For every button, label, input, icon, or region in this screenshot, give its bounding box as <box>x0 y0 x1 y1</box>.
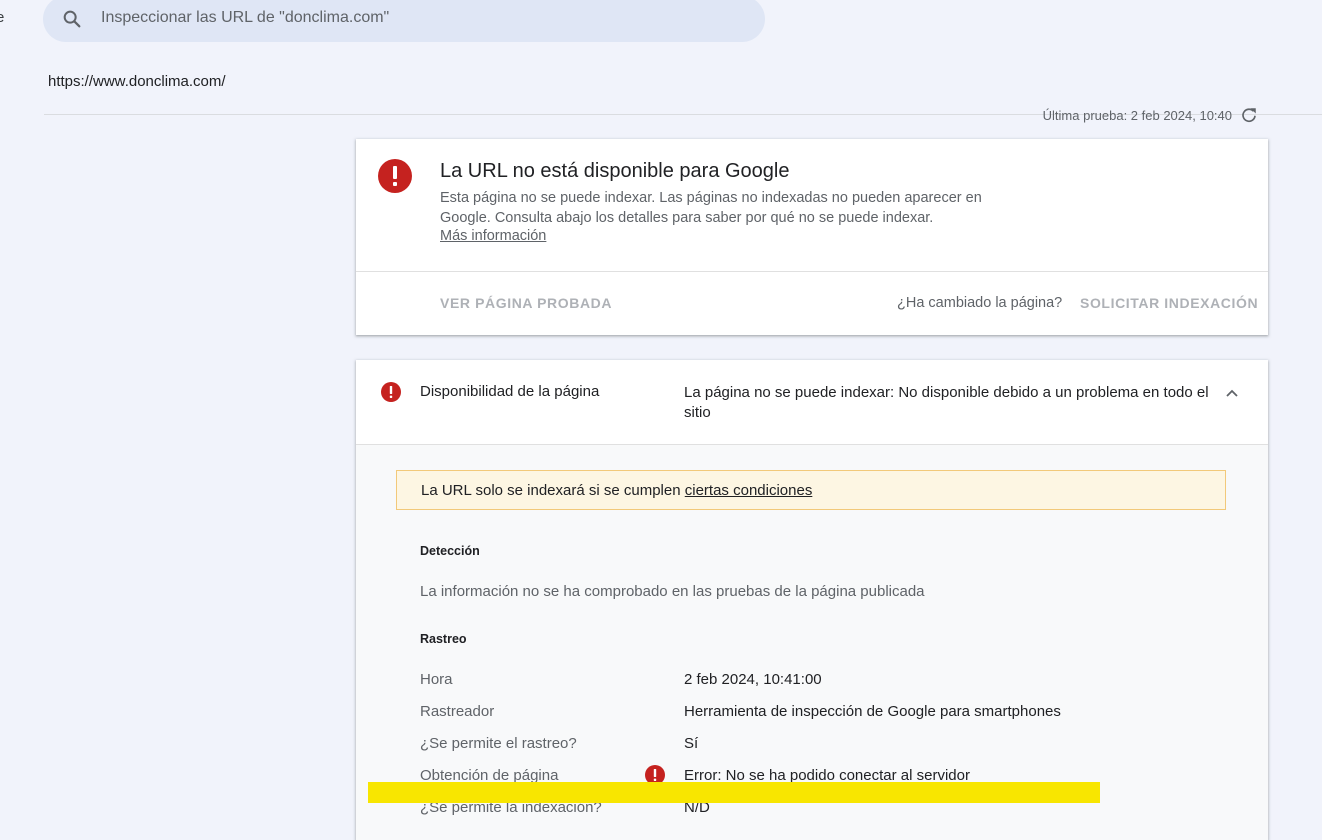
chevron-up-icon[interactable] <box>1222 383 1242 403</box>
conditions-link[interactable]: ciertas condiciones <box>685 482 813 499</box>
crawl-row-value: Sí <box>684 735 699 752</box>
url-inspection-search-bar[interactable]: Inspeccionar las URL de "donclima.com" <box>43 0 765 42</box>
inspected-url: https://www.donclima.com/ <box>48 73 226 90</box>
crawl-row-label: Rastreador <box>420 703 495 720</box>
crawl-row-label: Hora <box>420 671 453 688</box>
availability-value: La página no se puede indexar: No dispon… <box>684 384 1209 421</box>
view-tested-page-button[interactable]: VER PÁGINA PROBADA <box>440 295 612 311</box>
request-indexing-button[interactable]: SOLICITAR INDEXACIÓN <box>1080 295 1258 311</box>
search-input[interactable]: Inspeccionar las URL de "donclima.com" <box>101 9 389 27</box>
notice-text: La URL solo se indexará si se cumplen <box>421 482 681 499</box>
error-icon <box>378 159 412 193</box>
availability-label: Disponibilidad de la página <box>420 383 600 400</box>
last-test-info: Última prueba: 2 feb 2024, 10:40 <box>1043 106 1258 124</box>
availability-details: La URL solo se indexará si se cumplen ci… <box>356 445 1268 840</box>
cropped-edge-text: e <box>0 9 5 26</box>
crawl-row-value: 2 feb 2024, 10:41:00 <box>684 671 822 688</box>
indexing-conditions-notice: La URL solo se indexará si se cumplen ci… <box>396 470 1226 510</box>
summary-title: La URL no está disponible para Google <box>440 160 790 182</box>
crawl-row-label: ¿Se permite el rastreo? <box>420 735 577 752</box>
highlighter-mark <box>368 782 1100 803</box>
card-divider <box>356 271 1268 272</box>
availability-header[interactable]: Disponibilidad de la página La página no… <box>356 360 1268 444</box>
summary-card: La URL no está disponible para Google Es… <box>356 139 1268 335</box>
summary-description: Esta página no se puede indexar. Las pág… <box>440 190 982 226</box>
last-test-label: Última prueba: 2 feb 2024, 10:40 <box>1042 107 1232 123</box>
crawl-row-value: Herramienta de inspección de Google para… <box>684 703 1061 720</box>
more-info-link[interactable]: Más información <box>440 228 546 244</box>
page-availability-card: Disponibilidad de la página La página no… <box>356 360 1268 840</box>
detection-info: La información no se ha comprobado en la… <box>420 583 925 600</box>
detection-heading: Detección <box>420 544 480 558</box>
page-changed-question: ¿Ha cambiado la página? <box>897 295 1063 311</box>
search-icon <box>63 10 81 28</box>
error-icon <box>381 382 401 402</box>
refresh-icon[interactable] <box>1240 106 1258 124</box>
crawl-heading: Rastreo <box>420 632 467 646</box>
